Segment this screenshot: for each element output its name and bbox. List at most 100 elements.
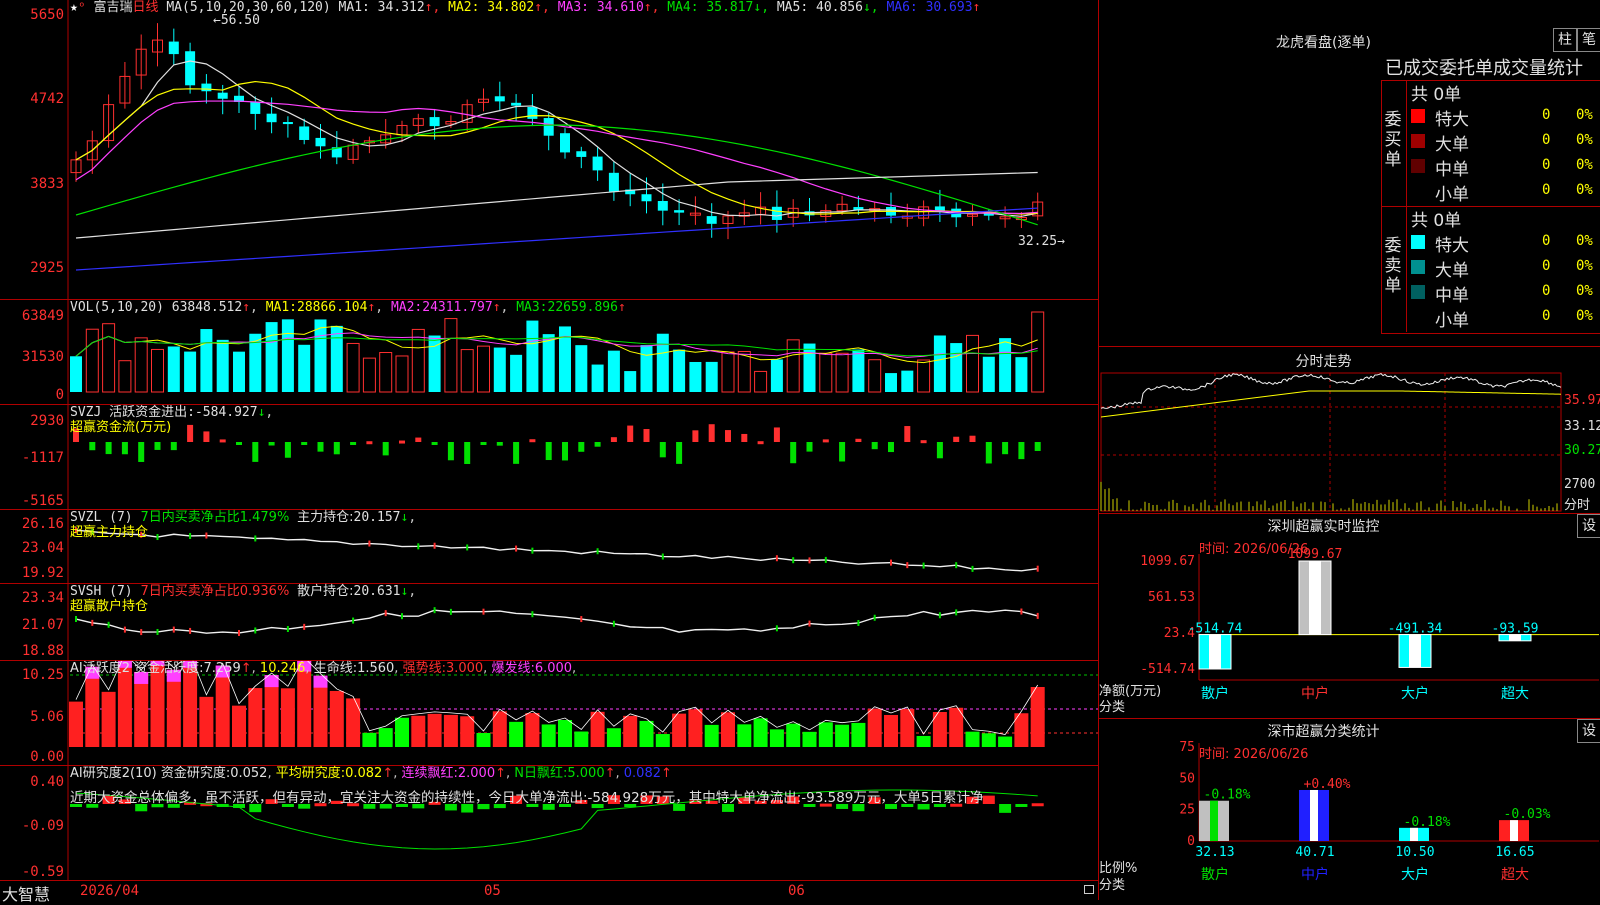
vol-bar-down <box>901 370 914 392</box>
star-icon[interactable]: ★ <box>70 0 78 15</box>
flow-bar <box>953 436 960 442</box>
ai2-v3: 2.000 <box>457 766 496 781</box>
activity-bar <box>541 724 556 747</box>
ma-arrow: ↑, <box>643 0 668 15</box>
activity-bar <box>395 717 409 747</box>
ma-arrow: ↑ <box>972 0 981 15</box>
lhb-row-label: 中单 <box>1435 160 1469 180</box>
bottom-bar: 大智慧 2026/04 05 06 <box>0 880 1098 904</box>
intraday-panel[interactable]: 分时走势 35.97 33.12 30.27 2700 分时 <box>1099 346 1600 513</box>
activity-bar <box>851 722 866 747</box>
svzj-value: -584.927 <box>194 405 258 420</box>
lhb-row-count: 0 <box>1542 258 1551 274</box>
vol-bar-up <box>966 334 979 393</box>
flow-bar <box>1034 442 1041 451</box>
ai-activity-panel[interactable]: 10.25 5.06 0.00 AI活跃度2 资金活跃度:7.259↑, 10.… <box>0 661 1098 766</box>
ai2-axis: 0.40 -0.09 -0.59 <box>0 766 68 880</box>
vol-bar-down <box>933 335 946 392</box>
vol-bar-up <box>395 355 409 393</box>
ma-value: MA6: 30.693 <box>886 0 973 15</box>
sz-class-change: -0.03% <box>1504 807 1551 822</box>
vol-bar-down <box>982 356 995 392</box>
svzj-panel[interactable]: 2930 -1117 -5165 SVZJ 活跃资金进出:-584.927↓, … <box>0 405 1098 510</box>
kline-tick: 3833 <box>30 176 64 192</box>
ma-value: MA4: 35.817 <box>667 0 754 15</box>
kline-panel[interactable]: 5650 4742 3833 2925 ★ᵒ 富吉瑞日线 MA(5,10,20,… <box>0 0 1098 300</box>
intra-tick: 2700 <box>1564 477 1596 492</box>
lhb-panel[interactable]: 龙虎看盘(逐单) 柱 笔 已成交委托单成交量统计 委买单共 0单 特大 0 0% 大单 0… <box>1099 0 1600 344</box>
ai1-axis: 10.25 5.06 0.00 <box>0 661 68 765</box>
vol-bar-up <box>477 345 490 393</box>
svzl-label2: 主力持仓: <box>297 510 354 525</box>
ai2-l1: 资金研究度: <box>160 766 231 781</box>
candle-down <box>608 172 619 192</box>
vol-bar-down <box>70 356 82 392</box>
period-label[interactable]: 日线 <box>133 0 159 15</box>
intraday-chart[interactable] <box>1099 347 1600 513</box>
sz-class-category: 中户 <box>1301 866 1329 883</box>
lhb-row-label: 中单 <box>1435 286 1469 306</box>
vol-bar-down <box>591 364 604 392</box>
svzl-name: SVZL <box>70 510 102 525</box>
vol-panel[interactable]: 63849 31530 0 VOL(5,10,20) 63848.512↑, M… <box>0 300 1098 405</box>
vol-bar-down <box>1015 357 1028 392</box>
svsh-panel[interactable]: 23.34 21.07 18.88 SVSH (7) 7日内买卖净占比0.936… <box>0 584 1098 661</box>
flow-bar <box>888 442 894 453</box>
lhb-row-pct: 0% <box>1576 182 1593 198</box>
activity-bar <box>965 731 980 747</box>
candle-down <box>315 137 326 147</box>
flow-bar <box>969 435 976 442</box>
brand-label[interactable]: 大智慧 <box>2 881 50 905</box>
candle-down <box>494 96 505 102</box>
svzl-panel[interactable]: 26.16 23.04 19.92 SVZL (7) 7日内买卖净占比1.479… <box>0 510 1098 584</box>
lhb-swatch <box>1411 134 1425 148</box>
lhb-total: 共 0单 <box>1411 211 1462 231</box>
ai2-name: AI研究度2(10) <box>70 766 157 781</box>
lhb-swatch <box>1411 159 1425 173</box>
vol-bar-down <box>330 325 343 392</box>
flow-bar <box>121 442 128 455</box>
vol-chart[interactable] <box>0 300 1098 404</box>
sz-class-value: 16.65 <box>1495 845 1534 860</box>
kline-chart[interactable] <box>0 0 1098 299</box>
candle-down <box>527 106 538 119</box>
lhb-row-label: 小单 <box>1435 311 1469 331</box>
lock-icon[interactable] <box>1084 885 1094 894</box>
sz-class-xlabel: 分类 <box>1099 878 1126 893</box>
flow-bar <box>594 442 601 447</box>
sz-monitor-category: 超大 <box>1501 686 1529 702</box>
kline-axis: 5650 4742 3833 2925 <box>0 0 68 299</box>
sz-class-change: -0.18% <box>1404 815 1451 830</box>
tick-mode-button[interactable]: 笔 <box>1577 28 1600 52</box>
ai-research-panel[interactable]: 0.40 -0.09 -0.59 AI研究度2(10) 资金研究度:0.052,… <box>0 766 1098 880</box>
flow-bar <box>806 442 813 452</box>
sz-monitor-tick: 561.53 <box>1148 590 1195 605</box>
svzl-axis: 26.16 23.04 19.92 <box>0 510 68 583</box>
vol-label: VOL(5,10,20) <box>70 300 164 315</box>
candle-down <box>592 156 603 171</box>
ai2-tick: 0.40 <box>30 774 64 790</box>
vol-bar-up <box>118 360 132 393</box>
activity-bar <box>329 690 344 747</box>
ai-research-chart[interactable] <box>0 766 1098 880</box>
flow-bar <box>447 442 454 461</box>
flag-icon[interactable]: ᵒ <box>78 0 86 15</box>
vol-value: 63848.512 <box>171 300 243 315</box>
candle-down <box>217 92 228 99</box>
candle-down <box>706 216 717 224</box>
vol-tick: 0 <box>55 387 64 403</box>
sz-class-panel[interactable]: 深市超赢分类统计 设 时间: 2026/06/26 75 50 25 0 -0.18% 3… <box>1099 718 1600 901</box>
lhb-row-pct: 0% <box>1576 308 1593 324</box>
ai1-v2: 10.246 <box>259 661 306 676</box>
activity-bar <box>721 712 735 747</box>
activity-bar <box>867 708 882 747</box>
sz-monitor-chart[interactable]: 1099.67561.5323.4-514.74-514.74散户1099.67… <box>1099 514 1600 718</box>
vol-bar-down <box>281 319 294 392</box>
vol-bar-down <box>852 349 865 392</box>
flow-bar <box>366 441 373 445</box>
sz-class-chart[interactable]: 75 50 25 0 -0.18% 32.13 散户 +0.40% 40.71 中户 -0.18% 1… <box>1099 719 1600 901</box>
activity-bar <box>215 665 230 747</box>
bar-mode-button[interactable]: 柱 <box>1553 28 1577 52</box>
sz-monitor-panel[interactable]: 深圳超赢实时监控 设 时间: 2026/06/26 1099.67 561.53 2… <box>1099 513 1600 718</box>
ai-activity-chart[interactable] <box>0 661 1098 765</box>
